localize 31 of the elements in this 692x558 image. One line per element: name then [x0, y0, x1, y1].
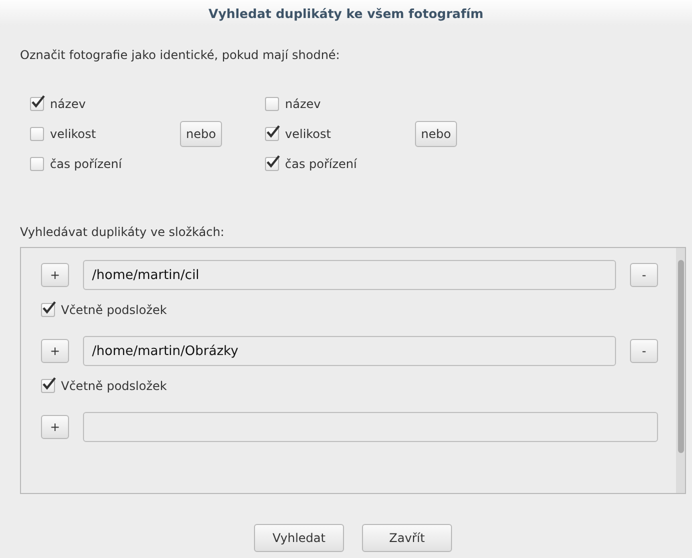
checkbox-label: Včetně podsložek [61, 303, 167, 317]
checkbox[interactable] [30, 97, 44, 111]
checkbox[interactable] [41, 379, 55, 393]
dialog-button[interactable]: Vyhledat [254, 524, 344, 552]
criteria-label: Označit fotografie jako identické, pokud mají shodné: [20, 48, 341, 62]
remove-button[interactable]: - [630, 263, 658, 287]
checkbox[interactable] [30, 127, 44, 141]
checkbox[interactable] [265, 97, 279, 111]
checkbox-label: název [285, 97, 321, 111]
checkbox-label: čas pořízení [50, 157, 122, 171]
or-button[interactable]: nebo [415, 121, 457, 147]
scrollbar[interactable] [676, 248, 685, 493]
or-button[interactable]: nebo [180, 121, 222, 147]
add-button[interactable]: + [41, 339, 69, 363]
checkbox-label: Včetně podsložek [61, 379, 167, 393]
add-button[interactable]: + [41, 263, 69, 287]
dialog-button[interactable]: Zavřít [362, 524, 452, 552]
add-button[interactable]: + [41, 415, 69, 439]
checkbox[interactable] [265, 157, 279, 171]
checkbox-label: název [50, 97, 86, 111]
remove-button[interactable]: - [630, 339, 658, 363]
checkbox-label: čas pořízení [285, 157, 357, 171]
folder-path-field[interactable]: /home/martin/Obrázky [83, 336, 616, 366]
checkbox[interactable] [265, 127, 279, 141]
checkbox-label: velikost [50, 127, 96, 141]
folder-path-field[interactable] [83, 412, 658, 442]
folders-label: Vyhledávat duplikáty ve složkách: [20, 225, 226, 239]
checkbox-label: velikost [285, 127, 331, 141]
checkbox[interactable] [30, 157, 44, 171]
folder-path-field[interactable]: /home/martin/cil [83, 260, 616, 290]
checkbox[interactable] [41, 303, 55, 317]
